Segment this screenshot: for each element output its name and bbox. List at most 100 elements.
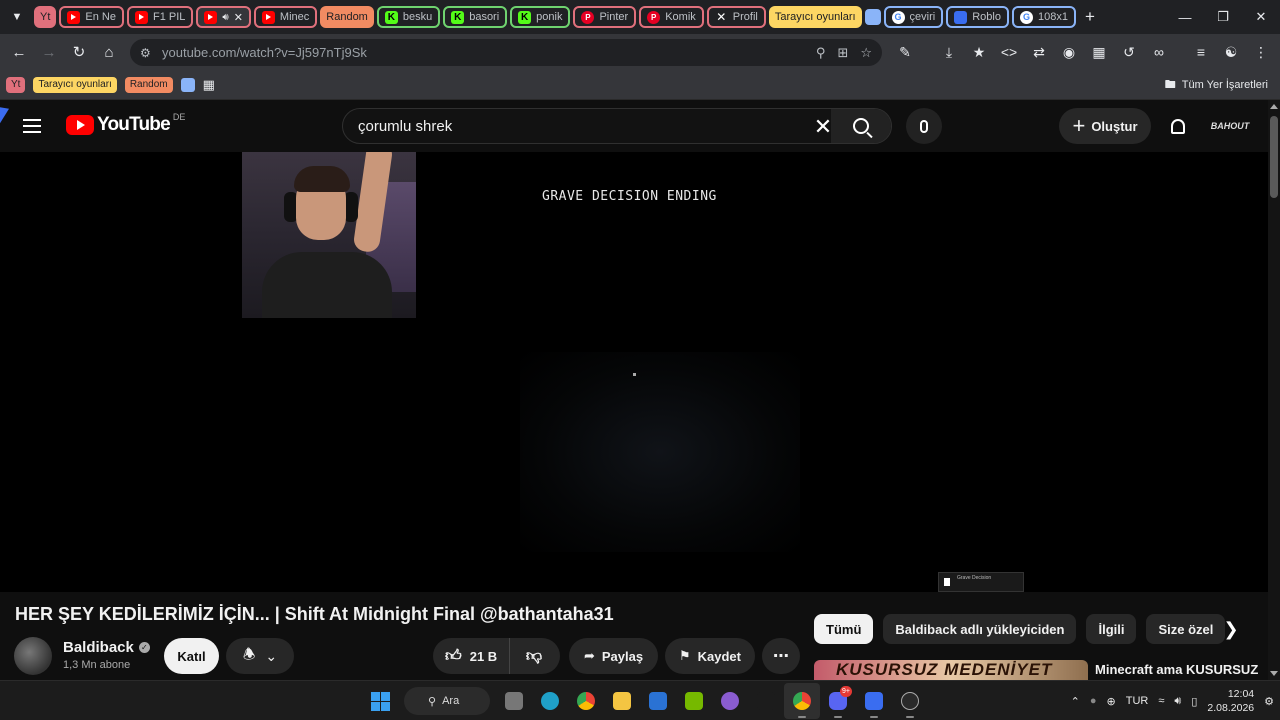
browser-tab[interactable]: Kbasori [443, 6, 508, 28]
more-actions-button[interactable]: ⋯ [762, 638, 800, 674]
browser-tab[interactable]: Gçeviri [883, 6, 944, 28]
hamburger-menu-icon[interactable] [20, 114, 44, 138]
chrome-app[interactable] [568, 683, 604, 719]
chat-app[interactable] [712, 683, 748, 719]
browser-tab[interactable]: Minec [253, 6, 318, 28]
install-app-icon[interactable]: ⊞ [837, 45, 848, 61]
scroll-down-icon[interactable] [1270, 671, 1278, 676]
join-button[interactable]: Katıl [164, 638, 219, 674]
close-tab-icon[interactable]: ✕ [234, 11, 243, 24]
account-avatar[interactable]: BAHOUT [1211, 112, 1250, 140]
like-button[interactable]: 👍︎ 21 B [433, 638, 510, 674]
taskbar-search[interactable]: ⚲ Ara [404, 687, 490, 715]
microphone-tray-icon[interactable]: ● [1090, 695, 1097, 707]
browser-tab[interactable]: Roblo [946, 6, 1009, 28]
close-window-button[interactable]: ✕ [1242, 0, 1280, 34]
location-icon[interactable]: ⊕ [1107, 695, 1116, 708]
voice-search-button[interactable] [906, 108, 942, 144]
wifi-icon[interactable]: ≈ [1158, 695, 1164, 707]
recommendation-thumbnail[interactable]: KUSURSUZ MEDENİYET [814, 660, 1088, 680]
sidepanel-icon[interactable]: ▦ [1084, 37, 1114, 67]
discord-app[interactable]: 9+ [820, 683, 856, 719]
file-explorer-app[interactable] [604, 683, 640, 719]
bookmark-group-random[interactable]: Random [124, 76, 173, 93]
steam-app[interactable] [892, 683, 928, 719]
bookmark-group-yt[interactable]: Yt [6, 76, 26, 93]
volume-icon[interactable]: 🔊︎ [1174, 695, 1181, 708]
notifications-button[interactable] [1164, 112, 1192, 140]
settings-gear-icon[interactable]: ⚙ [1264, 695, 1274, 708]
menu-icon[interactable]: ⋮ [1246, 37, 1276, 67]
scrollbar-thumb[interactable] [1270, 116, 1278, 198]
chrome-running-app[interactable] [784, 683, 820, 719]
devtools-icon[interactable]: <> [994, 37, 1024, 67]
language-indicator[interactable]: TUR [1126, 695, 1149, 707]
scroll-up-icon[interactable] [1270, 104, 1278, 109]
channel-name-row[interactable]: Baldiback ✓ [63, 639, 150, 656]
edge-app[interactable] [532, 683, 568, 719]
bookmark-group-browser-games[interactable]: Tarayıcı oyunları [33, 76, 117, 93]
reading-list-icon[interactable]: ≡ [1186, 37, 1216, 67]
video-player[interactable]: GRAVE DECISION ENDING Grave Decision [0, 152, 1268, 592]
browser-tab[interactable]: G 108x1 [1011, 6, 1076, 28]
browser-tab[interactable]: En Ne [59, 6, 124, 28]
chip-from-uploader[interactable]: Baldiback adlı yükleyiciden [883, 614, 1077, 644]
minimize-button[interactable]: — [1166, 0, 1204, 34]
bookmark-group-blue[interactable] [180, 77, 195, 92]
task-view-button[interactable] [496, 683, 532, 719]
home-button[interactable]: ⌂ [94, 37, 124, 67]
zoom-icon[interactable]: ⚲ [816, 45, 826, 61]
browser-tab[interactable] [864, 9, 881, 25]
channel-avatar[interactable] [14, 637, 52, 675]
search-input[interactable]: çorumlu shrek [358, 118, 452, 135]
youtube-logo[interactable]: YouTube DE [66, 112, 185, 136]
bookmark-star-icon[interactable]: ☆ [860, 45, 872, 61]
back-button[interactable]: ← [4, 37, 34, 67]
battery-icon[interactable]: ▯ [1191, 695, 1197, 708]
browser-tab[interactable]: Random [320, 6, 374, 28]
browser-tab[interactable]: Kponik [510, 6, 571, 28]
history-icon[interactable]: ↺ [1114, 37, 1144, 67]
dislike-button[interactable]: 👎︎ [510, 647, 558, 666]
reload-button[interactable]: ↻ [64, 37, 94, 67]
browser-tab[interactable]: Kbesku [376, 6, 441, 28]
screenshot-icon[interactable]: ◉ [1054, 37, 1084, 67]
profile-icon[interactable]: ☯ [1216, 37, 1246, 67]
chip-for-you[interactable]: Size özel [1146, 614, 1226, 644]
subscription-bell-button[interactable]: 🕭 ⌄ [226, 638, 294, 674]
link-icon[interactable]: ∞ [1144, 37, 1174, 67]
share-button[interactable]: ➦ Paylaş [569, 638, 658, 674]
browser-tab[interactable]: Yt [34, 6, 57, 28]
new-tab-button[interactable]: + [1085, 7, 1095, 27]
apps-grid-icon[interactable]: ▦ [203, 77, 215, 93]
favorites-icon[interactable]: ★ [964, 37, 994, 67]
recommendation-title[interactable]: Minecraft ama KUSURSUZ [1095, 662, 1258, 677]
page-scrollbar[interactable] [1268, 100, 1280, 680]
translate-icon[interactable]: ⇄ [1024, 37, 1054, 67]
tab-search-button[interactable]: ▼ [6, 6, 28, 28]
audio-playing-icon[interactable]: 🔊︎ [222, 12, 228, 23]
roblox-app[interactable] [856, 683, 892, 719]
browser-tab[interactable]: Tarayıcı oyunları [768, 6, 862, 28]
extensions-icon[interactable]: ✎ [890, 37, 920, 67]
save-button[interactable]: ⚑ Kaydet [665, 638, 755, 674]
address-bar[interactable]: ⚙ youtube.com/watch?v=Jj597nTj9Sk ⚲ ⊞ ☆ [130, 39, 882, 66]
chevron-right-icon[interactable]: ❯ [1218, 616, 1244, 642]
browser-tab[interactable]: P Pinter [573, 6, 637, 28]
search-button[interactable] [831, 109, 891, 143]
chip-all[interactable]: Tümü [814, 614, 874, 644]
site-info-icon[interactable]: ⚙ [140, 46, 158, 60]
browser-tab[interactable]: F1 PIL [126, 6, 194, 28]
all-bookmarks[interactable]: 🖿 Tüm Yer İşaretleri [1165, 70, 1268, 100]
mail-app[interactable] [640, 683, 676, 719]
downloads-icon[interactable]: ⤓ [934, 37, 964, 67]
browser-tab[interactable]: 🔊︎ ✕ [196, 6, 251, 28]
start-button[interactable] [362, 683, 398, 719]
browser-tab[interactable]: ✕ Profil [706, 6, 766, 28]
clock[interactable]: 12:04 2.08.2026 [1207, 687, 1254, 715]
maximize-button[interactable]: ❐ [1204, 0, 1242, 34]
browser-tab[interactable]: P Komik [639, 6, 704, 28]
tray-overflow-icon[interactable]: ⌃ [1071, 695, 1080, 708]
forward-button[interactable]: → [34, 37, 64, 67]
hidden-app[interactable] [748, 683, 784, 719]
